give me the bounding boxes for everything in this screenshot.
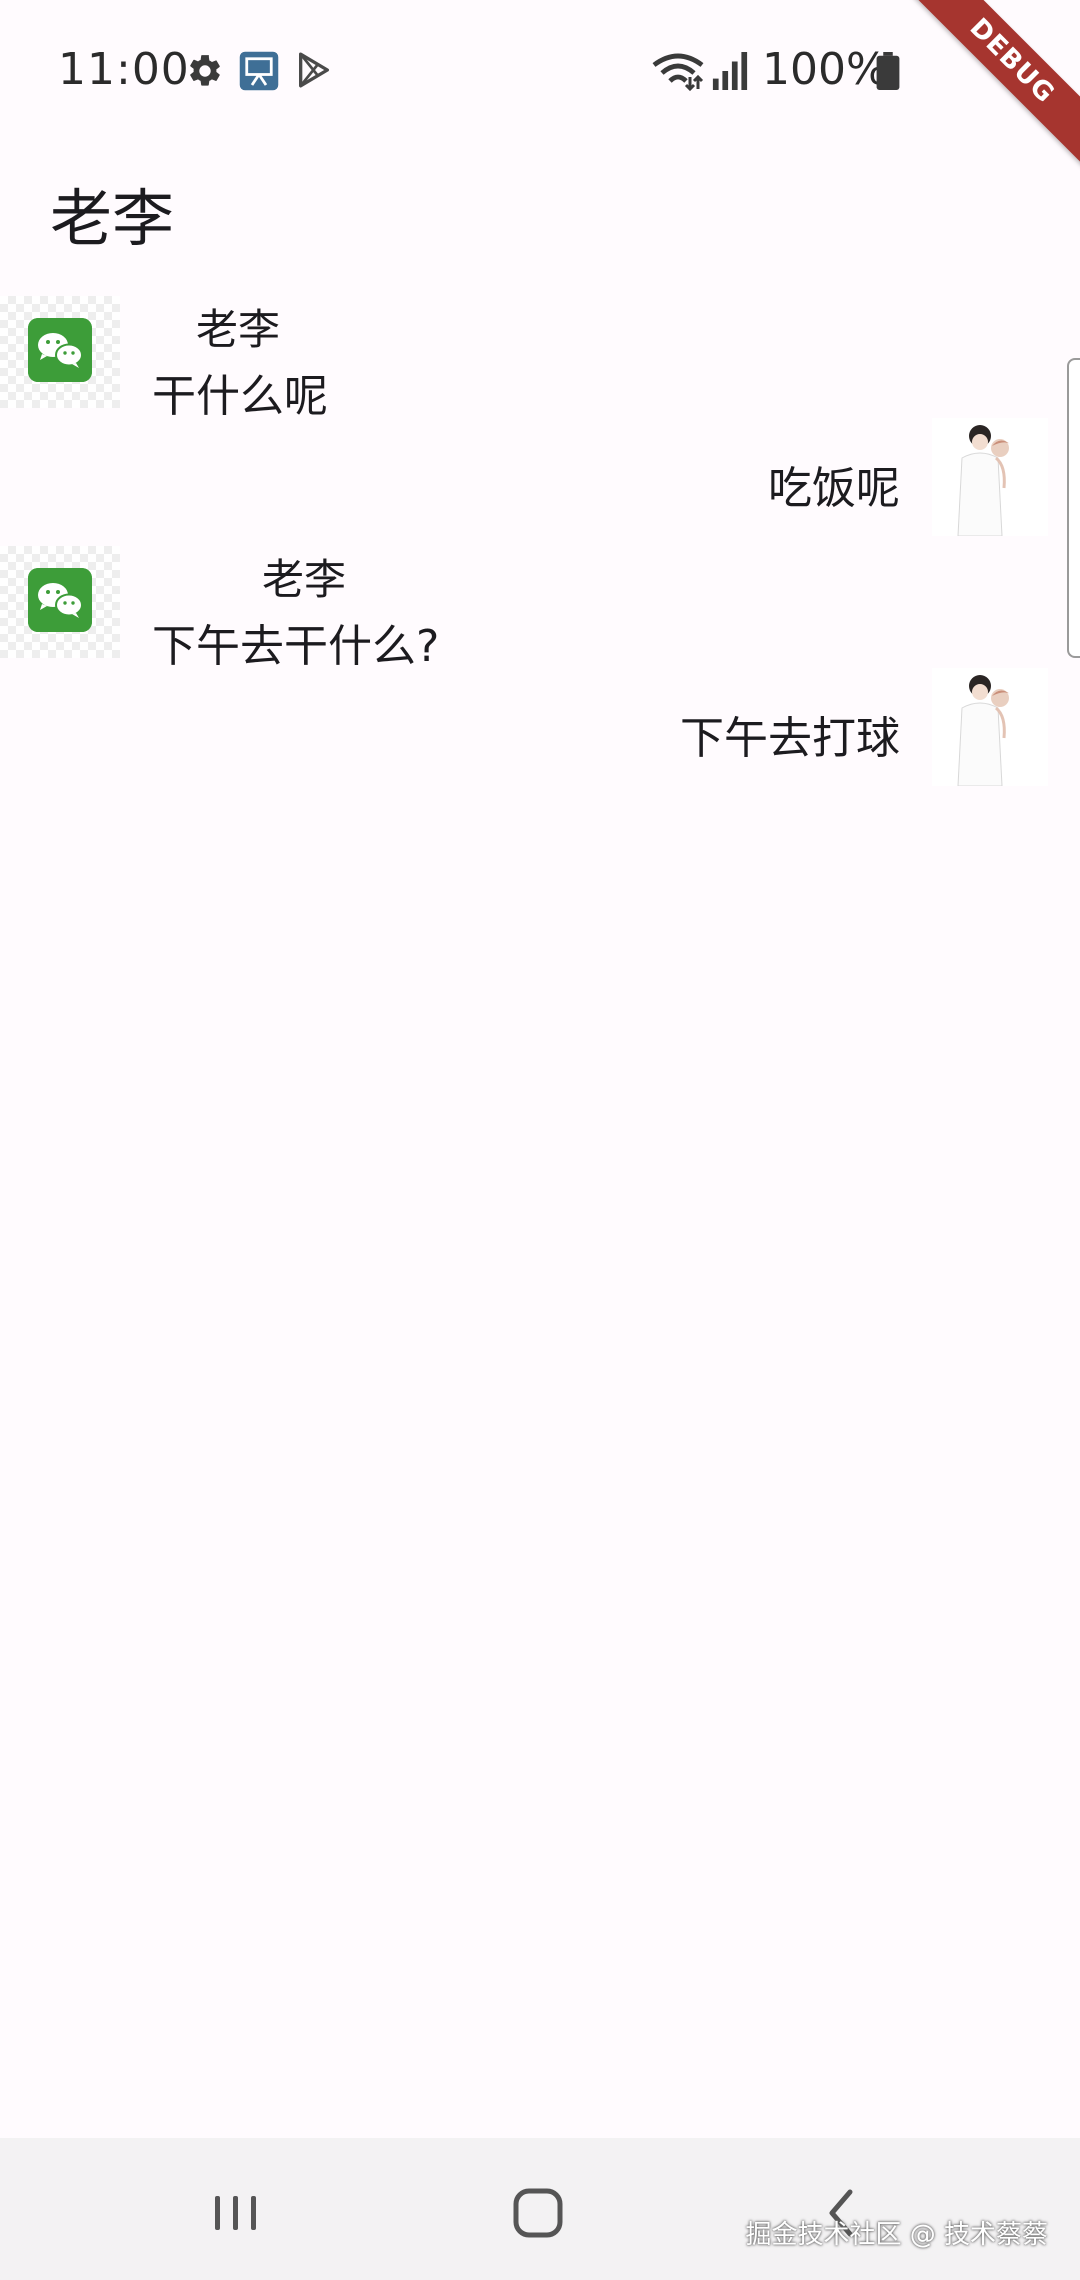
battery-icon (876, 52, 900, 90)
wechat-avatar (0, 546, 120, 658)
message-text: 下午去干什么? (152, 621, 440, 672)
sender-name: 老李 (262, 555, 347, 604)
page-title: 老李 (50, 182, 175, 255)
status-time: 11:00 (58, 44, 190, 95)
slideshow-icon (239, 51, 279, 91)
wechat-icon (28, 318, 92, 382)
message-text: 下午去打球 (680, 713, 900, 764)
gear-icon (190, 55, 220, 86)
message-text: 吃饭呢 (768, 463, 900, 514)
sender-name: 老李 (196, 305, 281, 354)
wifi-icon (652, 53, 704, 92)
message-text: 干什么呢 (152, 371, 328, 422)
wechat-avatar (0, 296, 120, 408)
status-bar: 11:00 100% (0, 0, 1080, 140)
user-photo-avatar (932, 668, 1048, 786)
recents-icon[interactable] (196, 2178, 276, 2248)
signal-icon (712, 52, 748, 90)
navigation-bar: 掘金技术社区 @ 技术蔡蔡 (0, 2138, 1080, 2280)
edge-panel-handle[interactable] (1067, 358, 1080, 658)
watermark: 掘金技术社区 @ 技术蔡蔡 (745, 2220, 1048, 2250)
user-photo-avatar (932, 418, 1048, 536)
play-store-icon (299, 52, 329, 88)
home-icon[interactable] (498, 2178, 578, 2248)
wechat-icon (28, 568, 92, 632)
battery-percent: 100% (762, 44, 888, 95)
